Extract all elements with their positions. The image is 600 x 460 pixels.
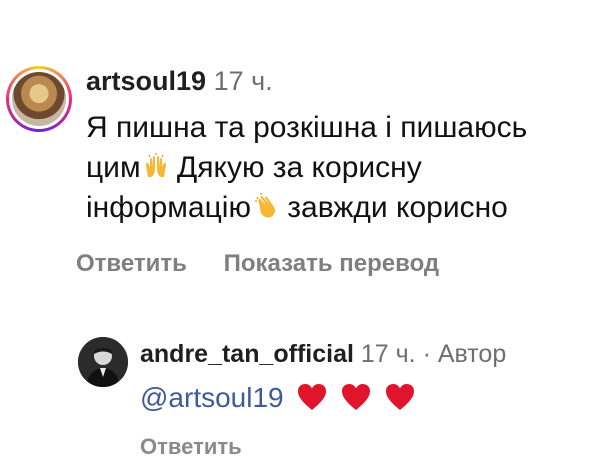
mention-link[interactable]: @artsoul19 (140, 382, 284, 413)
comment-text-line2: цим (86, 151, 141, 184)
show-translation-button[interactable]: Показать перевод (224, 250, 440, 277)
heart-icon (385, 384, 414, 410)
reply-text: @artsoul19 (140, 382, 415, 414)
raising-hands-emoji-icon (145, 153, 166, 177)
commenter-avatar[interactable] (6, 66, 72, 132)
comment-text: Я пишна та розкішна і пишаюсь цим Дякую … (86, 108, 591, 228)
reply-username[interactable]: andre_tan_official (140, 340, 354, 368)
avatar-border (9, 69, 69, 129)
comment-actions: Ответить Показать перевод (76, 250, 469, 278)
reply-header: andre_tan_official 17 ч. · Автор (140, 340, 506, 369)
person-photo-icon (78, 337, 128, 387)
reply-actions: Ответить (140, 434, 242, 460)
heart-icon (298, 384, 327, 410)
comment-text-line3: інформацію (86, 191, 251, 224)
clapping-hands-emoji-icon (254, 193, 275, 218)
comment-text-line3b: завжди корисно (278, 191, 508, 224)
reply-avatar[interactable] (78, 337, 128, 387)
comment-header: artsoul19 17 ч. (86, 66, 273, 97)
reply-reply-button[interactable]: Ответить (140, 434, 242, 459)
reply-button[interactable]: Ответить (76, 250, 187, 277)
reply-time-author: 17 ч. · Автор (360, 340, 507, 368)
comment-text-line1: Я пишна та розкішна і пишаюсь (86, 111, 528, 144)
comment-time: 17 ч. (213, 66, 273, 96)
comment-username[interactable]: artsoul19 (86, 66, 206, 96)
avatar-photo (12, 72, 66, 126)
heart-icon (342, 384, 371, 410)
comment-text-line2b: Дякую за корисну (168, 151, 422, 184)
